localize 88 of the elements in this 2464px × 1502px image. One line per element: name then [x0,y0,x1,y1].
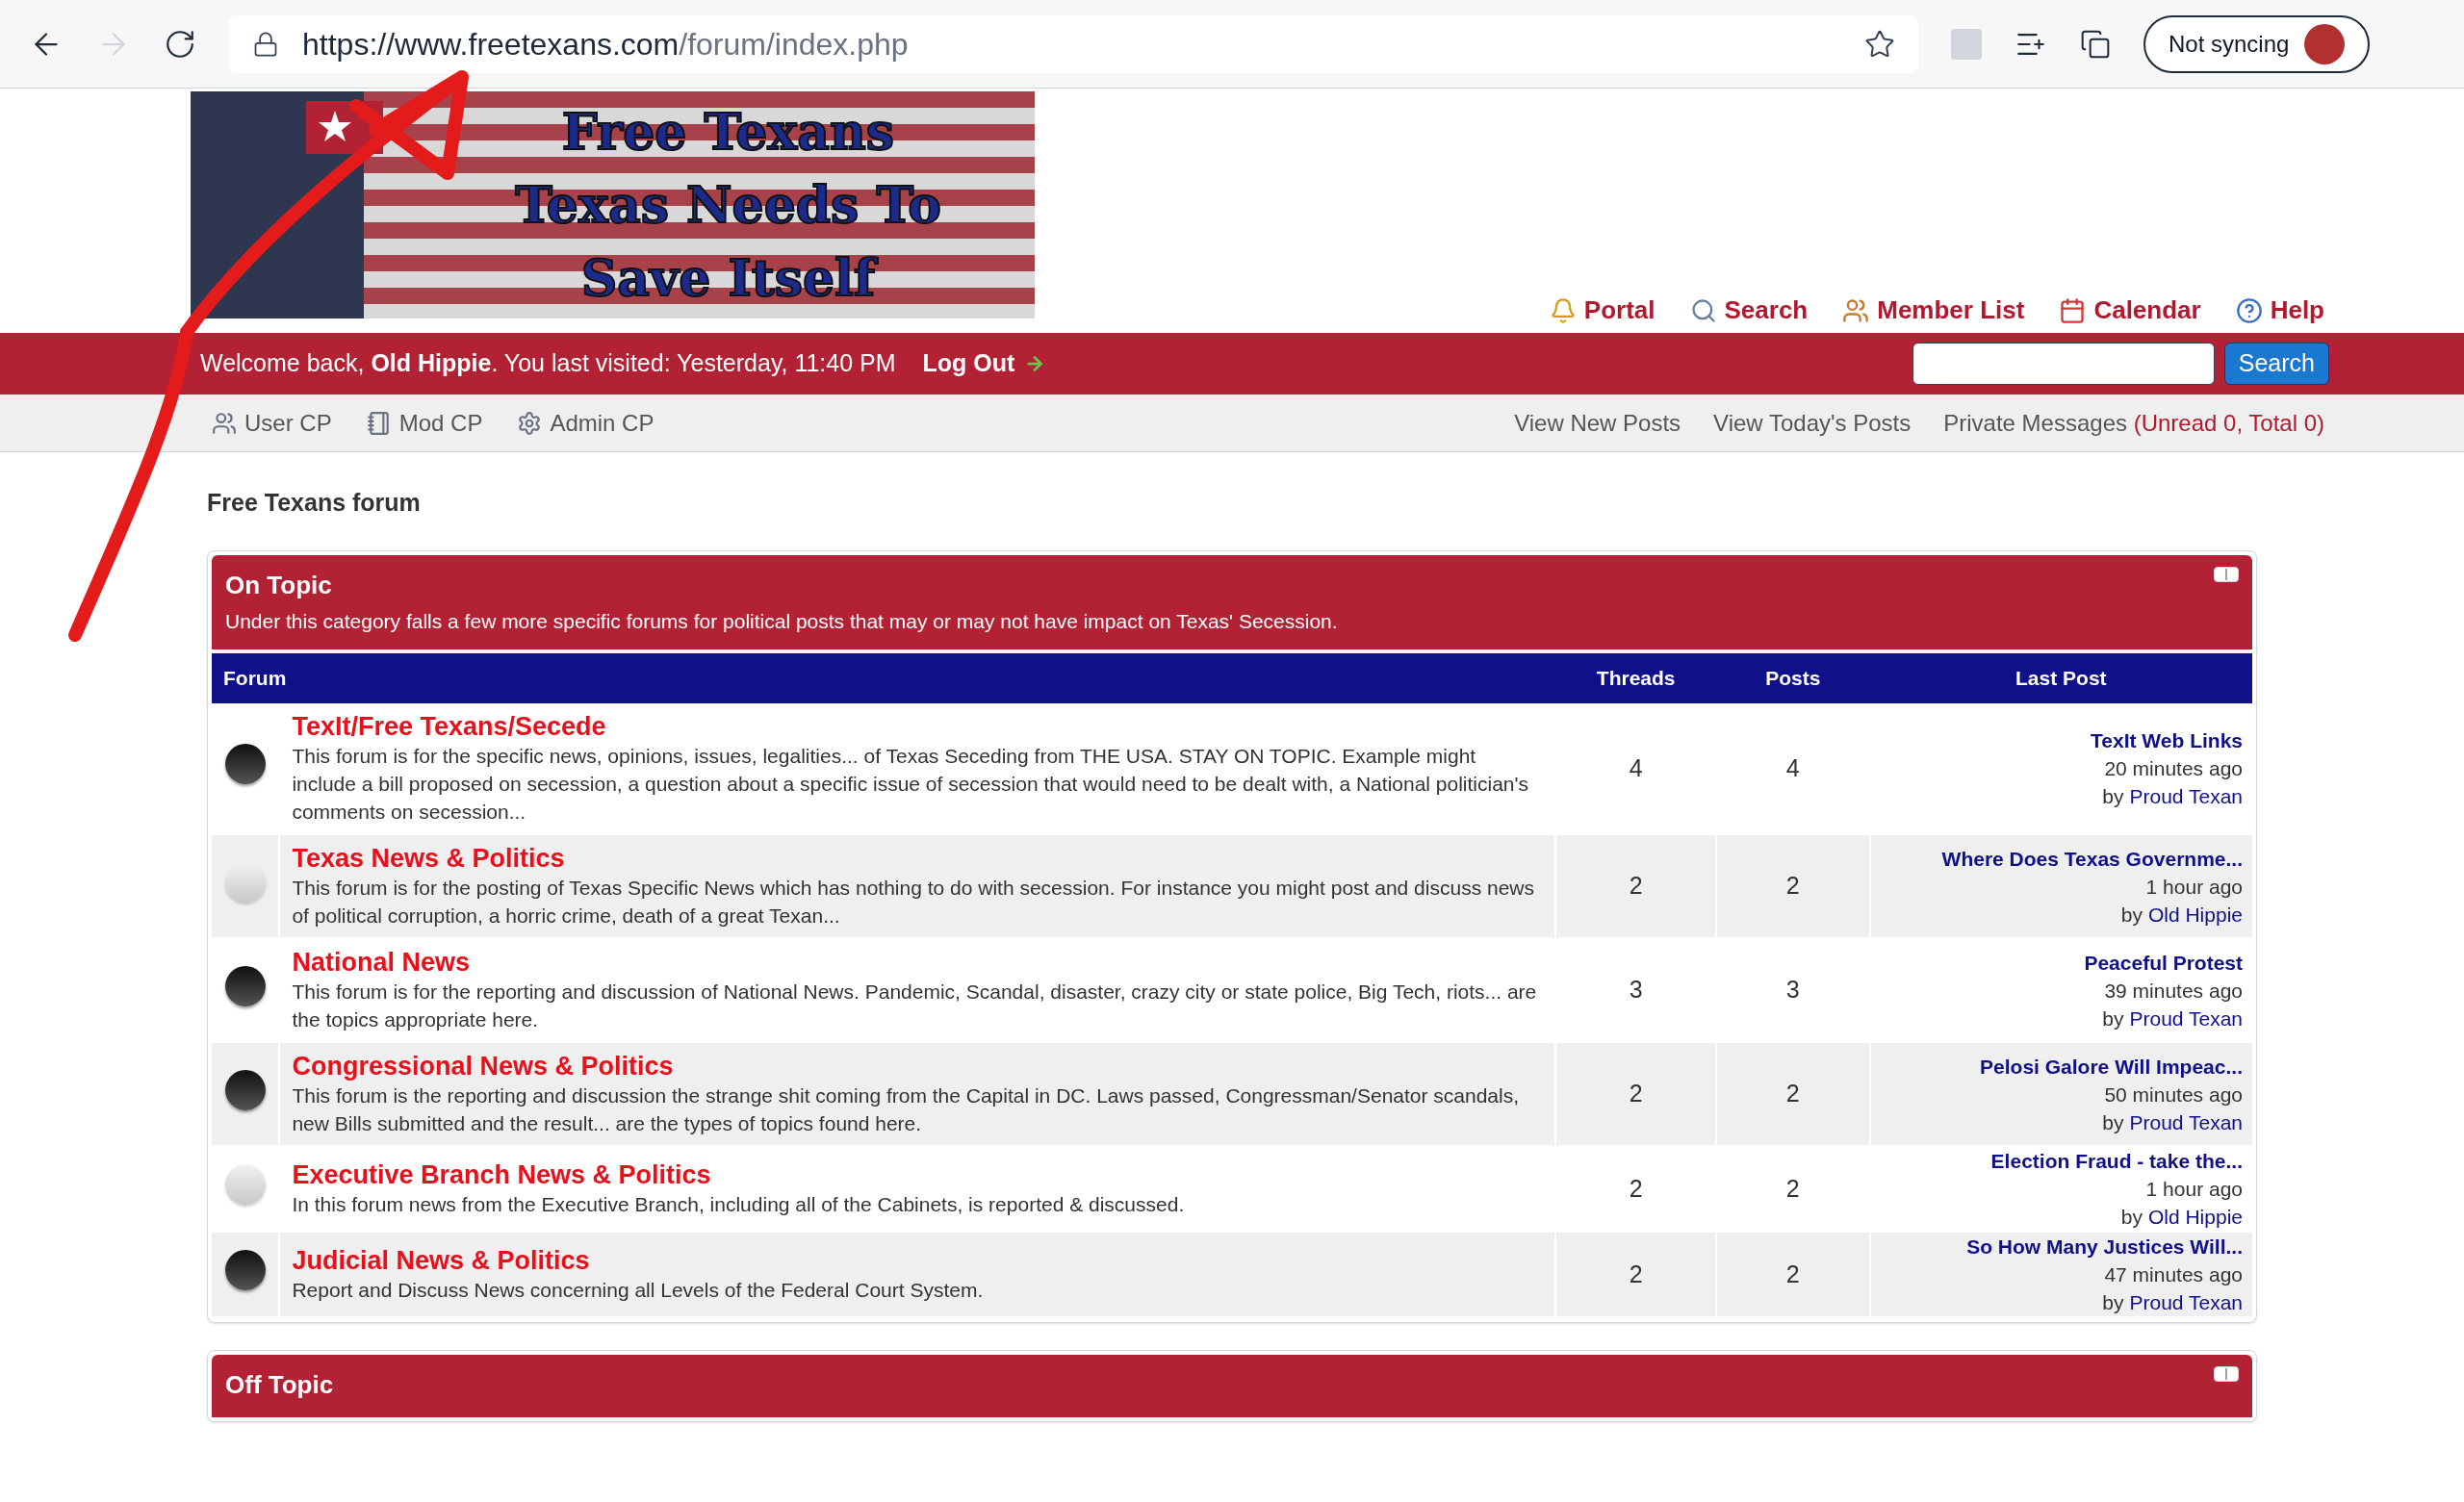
last-post-time: 1 hour ago [2145,1177,2243,1202]
by-label: by [2102,1109,2124,1135]
by-label: by [2102,784,2124,809]
category-title: On Topic [225,569,333,601]
user-link[interactable]: Proud Texan [2129,1004,2243,1032]
post-count: 4 [1785,753,1800,781]
by-label: by [2120,1205,2143,1230]
user-link[interactable]: Old Hippie [2147,900,2243,929]
last-post-time: 50 minutes ago [2104,1082,2243,1107]
nav-link[interactable]: Calendar [2059,292,2201,329]
post-count: 2 [1785,1080,1800,1107]
last-post-link[interactable]: Election Fraud - take the... [1990,1147,2243,1175]
nav-link[interactable]: Portal [1549,292,1656,329]
forum-title[interactable]: Judicial News & Politics [292,1245,590,1276]
forum-description: This forum is for the posting of Texas Specific News which has nothing to do with secession. For instance you might post and discuss news of political corruption, a horric crime, death of a great Texan... [292,876,1535,929]
forum-title[interactable]: Executive Branch News & Politics [292,1159,711,1190]
favorite-icon[interactable] [1864,28,1895,60]
thread-count: 4 [1629,753,1643,781]
forum-title[interactable]: National News [292,947,470,978]
nav-link[interactable]: Member List [1842,292,2025,329]
forum-description: This forum is the reporting and discussion the strange shit coming from the Capital in DC. Laws passed, Congressman/Senator scandals, new Bills submitted and the result... are the types of topics found here. [292,1083,1521,1136]
last-post-time: 47 minutes ago [2104,1262,2243,1287]
post-count: 2 [1785,1260,1800,1287]
collapse-icon[interactable] [2214,1366,2239,1382]
nav-icon [1689,296,1717,324]
nav-link[interactable]: Search [1689,292,1809,329]
post-count: 2 [1785,1174,1800,1202]
last-post-link[interactable]: So How Many Justices Will... [1966,1233,2243,1260]
panel-link[interactable]: Admin CP [517,405,654,441]
last-post-time: 39 minutes ago [2104,978,2243,1004]
forum-description: This forum is for the reporting and discussion of National News. Pandemic, Scandal, disaster, crazy city or state police, Big Tech, riots... are the topics appropriate here. [292,980,1538,1032]
address-bar[interactable]: https://www.freetexans.com/forum/index.php [229,14,1918,73]
by-label: by [2102,1006,2124,1031]
panel-icon [366,410,392,436]
search-field[interactable] [1912,343,2215,385]
thread-count: 2 [1629,1080,1643,1107]
user-link[interactable]: Old Hippie [2147,1203,2243,1231]
panel-link[interactable]: Mod CP [366,405,483,441]
column-header: Forum [223,667,287,690]
url-text: https://www.freetexans.com/forum/index.php [302,25,910,64]
avatar-icon [2304,23,2346,64]
user-link[interactable]: Proud Texan [2129,782,2243,810]
last-post-link[interactable]: Peaceful Protest [2084,948,2243,977]
nav-icon [1549,296,1577,324]
column-header: Threads [1596,667,1676,690]
panel-link[interactable]: User CP [212,405,332,441]
thread-count: 3 [1629,976,1643,1004]
forum-title[interactable]: Texas News & Politics [292,843,565,874]
user-link[interactable]: Proud Texan [2129,1107,2243,1136]
last-post-link[interactable]: Pelosi Galore Will Impeac... [1980,1052,2243,1081]
collections-icon[interactable] [2080,28,2111,60]
nav-icon [1842,296,1870,324]
thread-count: 2 [1629,1174,1643,1202]
forum-title[interactable]: TexIt/Free Texans/Secede [292,711,606,742]
sync-button[interactable]: Not syncing [2143,14,2371,73]
category-title: Off Topic [225,1369,334,1401]
logout-link[interactable]: Log Out [922,345,1046,382]
private-messages-link[interactable]: Private Messages (Unread 0, Total 0) [1943,405,2324,441]
forum-description: This forum is for the specific news, opinions, issues, legalities... of Texas Seceding from THE USA. STAY ON TOPIC. Example might include a bill proposed on secession, a question about a specific issue of secession that would need to be dealt with, a National politician's comments on secession... [292,744,1530,825]
quick-link[interactable]: View New Posts [1514,405,1681,441]
collapse-icon[interactable] [2214,566,2239,582]
welcome-text: Welcome back, Old Hippie. You last visited: Yesterday, 11:40 PM [200,348,896,379]
thread-count: 2 [1629,872,1643,900]
nav-icon [2235,296,2263,324]
user-link[interactable]: Proud Texan [2129,1288,2243,1316]
last-post-time: 1 hour ago [2145,874,2243,900]
post-count: 3 [1785,976,1800,1004]
nav-icon [2059,296,2087,324]
last-post-link[interactable]: TexIt Web Links [2091,726,2243,754]
panel-icon [212,410,237,436]
nav-link[interactable]: Help [2235,292,2324,329]
post-count: 2 [1785,872,1800,900]
board-title: Free Texans forum [207,488,422,518]
forum-description: Report and Discuss News concerning all Levels of the Federal Court System. [292,1278,985,1303]
forum-description: In this forum news from the Executive Branch, including all of the Cabinets, is reported & discussed. [292,1192,1186,1217]
by-label: by [2120,902,2143,928]
panel-icon [517,410,543,436]
by-label: by [2102,1290,2124,1315]
column-header: Last Post [2015,667,2107,690]
category-description: Under this category falls a few more specific forums for political posts that may or may not have impact on Texas' Secession. [225,608,1338,634]
forum-title[interactable]: Congressional News & Politics [292,1051,674,1082]
quick-link[interactable]: View Today's Posts [1713,405,1912,441]
lock-icon [252,30,279,58]
search-button[interactable]: Search [2223,343,2329,385]
last-post-link[interactable]: Where Does Texas Governme... [1941,844,2243,873]
thread-count: 2 [1629,1260,1643,1287]
last-post-time: 20 minutes ago [2104,756,2243,781]
column-header: Posts [1765,667,1821,690]
